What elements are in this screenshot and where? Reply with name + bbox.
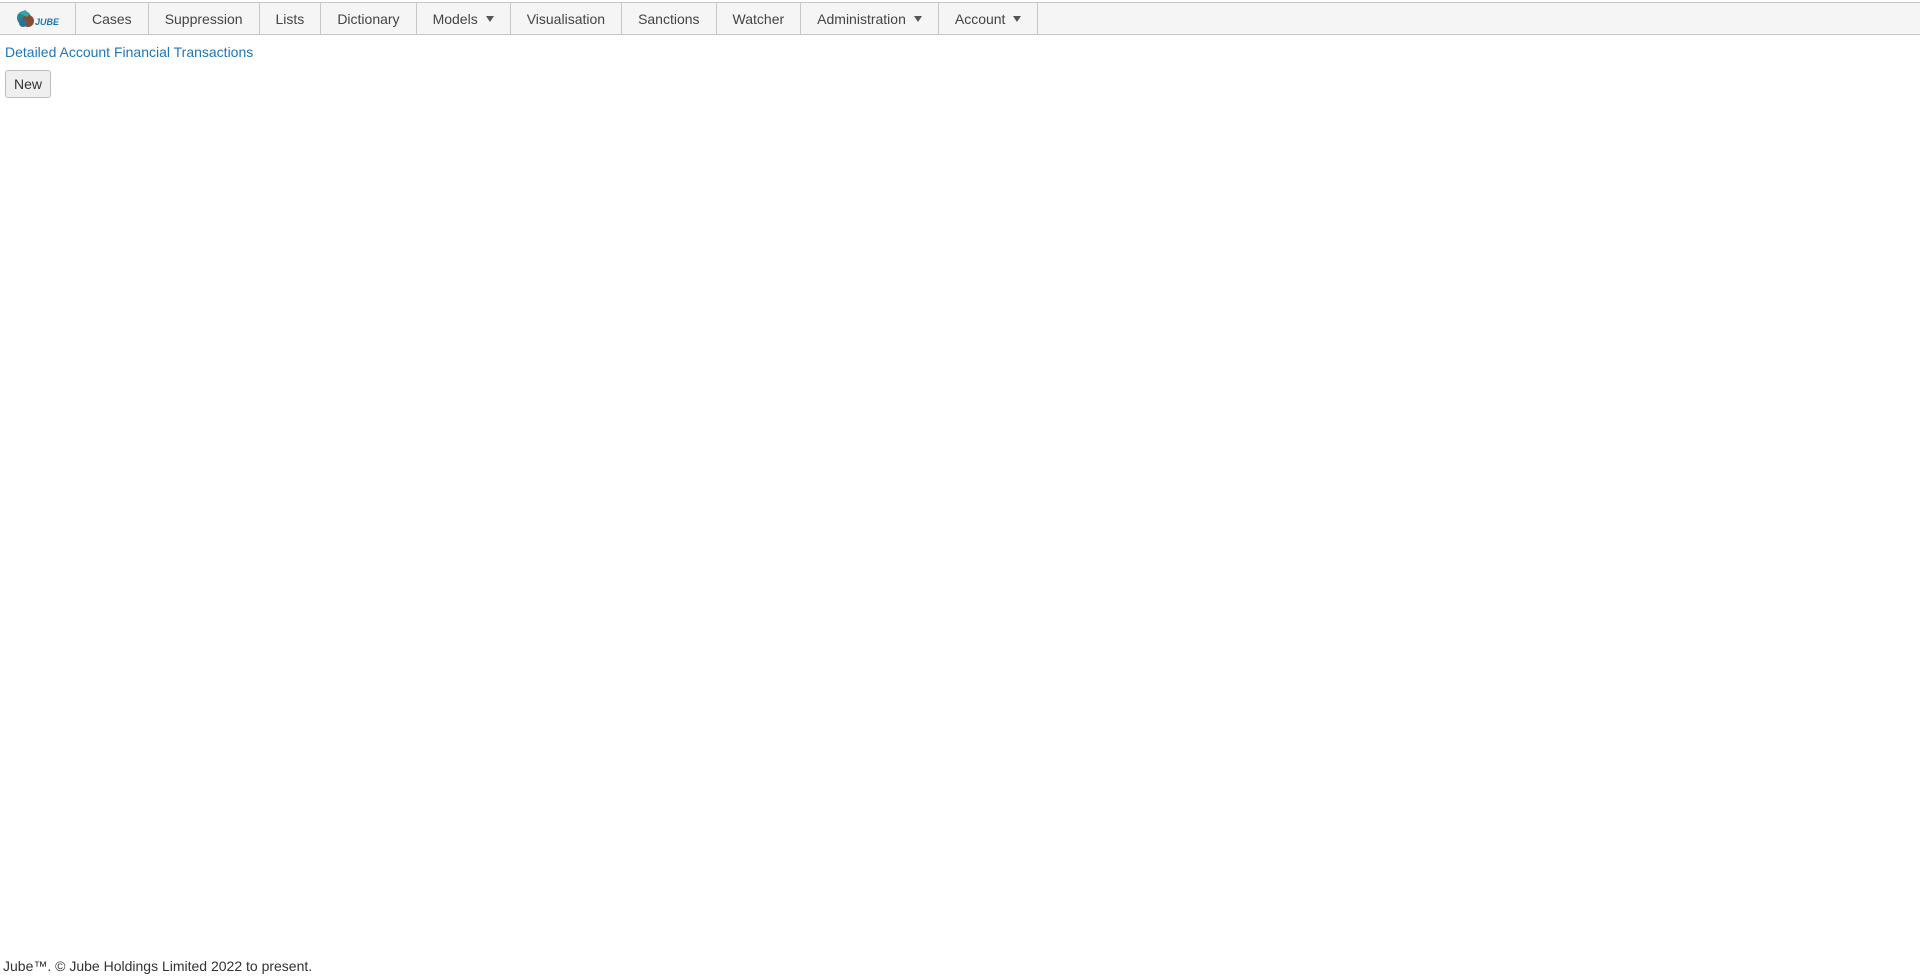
svg-text:JUBE: JUBE (35, 17, 60, 27)
main-content: Detailed Account Financial Transactions … (5, 43, 253, 98)
nav-visualisation-label: Visualisation (526, 10, 606, 27)
nav-cases-label: Cases (92, 10, 132, 27)
nav-administration[interactable]: Administration (801, 3, 939, 34)
nav-dictionary[interactable]: Dictionary (321, 3, 417, 34)
nav-sanctions-label: Sanctions (638, 10, 700, 27)
nav-models-label: Models (432, 10, 478, 27)
nav-account[interactable]: Account (939, 3, 1039, 34)
nav-watcher[interactable]: Watcher (717, 3, 802, 34)
nav-lists-label: Lists (275, 10, 305, 27)
top-nav-bar: JUBE Cases Suppression Lists Dictionary … (0, 2, 1920, 35)
logo[interactable]: JUBE (0, 3, 76, 34)
nav-suppression-label: Suppression (164, 10, 243, 27)
nav-suppression[interactable]: Suppression (149, 3, 260, 34)
nav-watcher-label: Watcher (732, 10, 785, 27)
new-button[interactable]: New (5, 70, 52, 98)
jube-logo-icon: JUBE (16, 9, 60, 27)
nav-models[interactable]: Models (417, 3, 511, 34)
nav-lists[interactable]: Lists (260, 3, 322, 34)
chevron-down-icon (1013, 15, 1022, 22)
nav-sanctions[interactable]: Sanctions (622, 3, 717, 34)
nav-dictionary-label: Dictionary (337, 10, 400, 27)
nav-account-label: Account (954, 10, 1006, 27)
report-link-detailed-account-financial-transactions[interactable]: Detailed Account Financial Transactions (5, 43, 253, 61)
nav-cases[interactable]: Cases (76, 3, 149, 34)
nav-administration-label: Administration (817, 10, 906, 27)
chevron-down-icon (913, 15, 922, 22)
nav-visualisation[interactable]: Visualisation (511, 3, 623, 34)
chevron-down-icon (485, 15, 494, 22)
footer-copyright: Jube™. © Jube Holdings Limited 2022 to p… (3, 958, 313, 974)
